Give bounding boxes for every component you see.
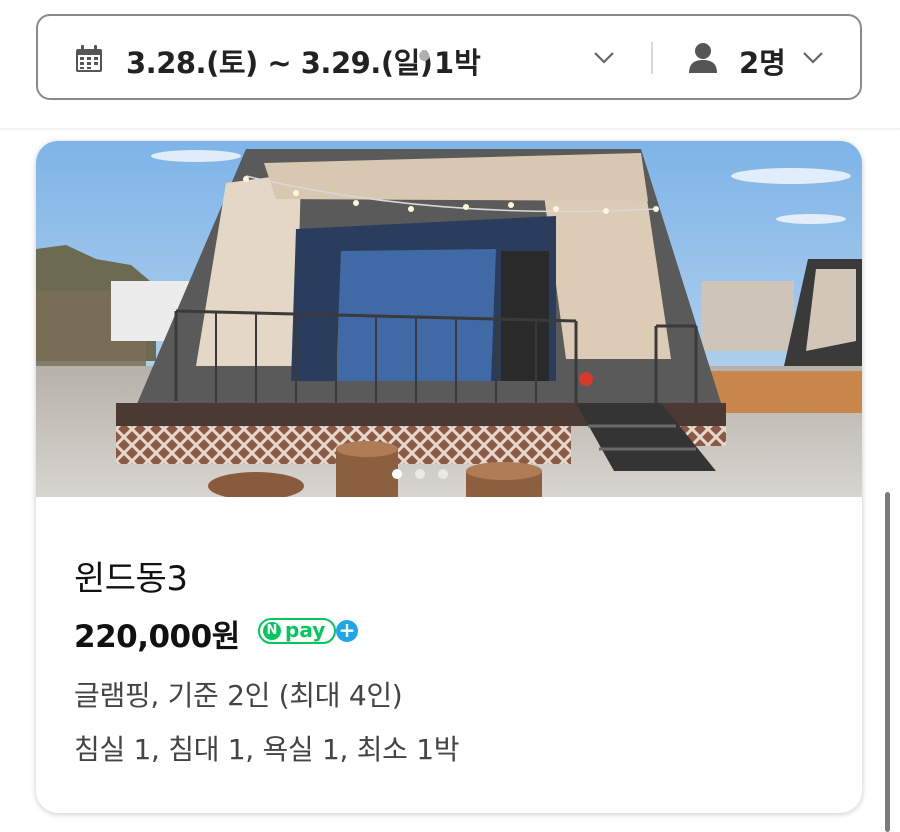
chevron-down-icon: [594, 52, 614, 64]
date-selector[interactable]: 3.28.(토) ~ 3.29.(일) • 1박: [38, 16, 653, 98]
date-range-text: 3.28.(토) ~ 3.29.(일): [126, 46, 433, 80]
npay-n-icon: N: [263, 622, 281, 640]
listing-price: 220,000원: [74, 619, 240, 655]
scrollbar[interactable]: [885, 492, 890, 832]
plus-icon: +: [336, 620, 358, 642]
listing-photo[interactable]: [36, 141, 862, 497]
listing-room-details: 침실 1, 침대 1, 욕실 1, 최소 1박: [74, 733, 460, 766]
separator-dot: •: [415, 40, 434, 74]
chevron-down-icon: [803, 52, 823, 64]
listing-card[interactable]: 윈드동3 220,000원 N pay + 글램핑, 기준 2인 (최대 4인)…: [36, 141, 862, 813]
npay-plus-badge: N pay +: [258, 618, 358, 646]
listing-type-capacity: 글램핑, 기준 2인 (최대 4인): [74, 679, 403, 712]
photo-pagination-dots: [392, 469, 448, 479]
person-icon: [689, 43, 717, 73]
npay-label: pay: [285, 618, 326, 642]
npay-badge-outline: N pay: [258, 618, 336, 644]
search-bar: 3.28.(토) ~ 3.29.(일) • 1박 2명: [36, 14, 862, 100]
calendar-icon: [76, 45, 102, 72]
guest-selector[interactable]: 2명: [678, 16, 860, 98]
nights-count: 1박: [434, 46, 481, 80]
header-divider: [0, 128, 900, 131]
divider: [651, 42, 653, 74]
guest-count: 2명: [739, 46, 786, 80]
listing-title: 윈드동3: [74, 559, 188, 599]
